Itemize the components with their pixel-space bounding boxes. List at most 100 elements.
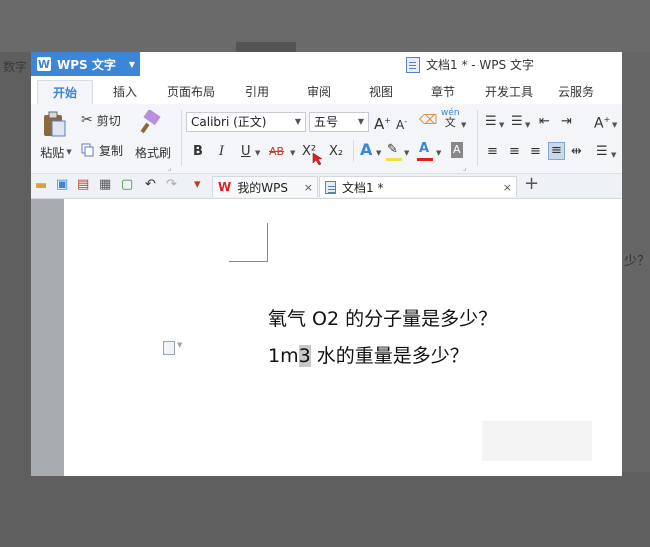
quick-access-bar: ▬ ▣ ▤ ▦ ▢ ↶ ↷ ▾ W 我的WPS × 文档1 * × + <box>31 174 622 199</box>
chevron-down-icon[interactable]: ▼ <box>611 146 616 163</box>
paste-button[interactable]: 粘贴 ▼ <box>38 144 74 160</box>
tab-page-layout[interactable]: 页面布局 <box>161 80 221 104</box>
chevron-down-icon[interactable]: ▼ <box>499 116 504 133</box>
text-direction-icon[interactable]: A+ <box>594 112 610 132</box>
customize-toolbar-icon[interactable]: ▾ <box>194 177 201 193</box>
wps-window: W WPS 文字 ▼ 文档1 * - WPS 文字 开始 插入 页面布局 引用 … <box>31 52 622 476</box>
selected-text: 3 <box>298 345 311 367</box>
paste-icon[interactable] <box>41 110 67 141</box>
close-icon[interactable]: × <box>304 181 313 194</box>
grow-font-icon: A <box>374 115 385 133</box>
phonetic-guide-button[interactable]: wén 文 <box>441 108 460 128</box>
numbered-list-icon[interactable]: ☰ <box>511 114 523 130</box>
tab-home[interactable]: 开始 <box>37 80 93 106</box>
app-menu-button[interactable]: W WPS 文字 ▼ <box>31 52 140 76</box>
new-tab-button[interactable]: + <box>524 175 539 193</box>
grow-font-button[interactable]: A+ <box>374 113 391 132</box>
align-right-icon[interactable]: ≡ <box>530 144 541 160</box>
strikethrough-button[interactable]: AB <box>269 144 284 160</box>
redo-icon[interactable]: ↷ <box>166 177 177 193</box>
doc-tab-my-wps[interactable]: W 我的WPS × <box>212 176 318 197</box>
divider <box>477 110 478 166</box>
print-preview-icon[interactable]: ▢ <box>121 177 133 193</box>
shrink-font-button[interactable]: A- <box>396 114 407 133</box>
shrink-font-icon: A <box>396 118 405 132</box>
text-effect-button[interactable]: A <box>360 142 372 158</box>
copy-label: 复制 <box>99 143 124 158</box>
background-block <box>236 42 296 52</box>
doc-tab-label: 文档1 * <box>342 180 384 195</box>
bold-button[interactable]: B <box>193 144 203 160</box>
subscript-button[interactable]: X₂ <box>329 144 343 160</box>
text-segment: 1m <box>268 345 299 367</box>
font-color-button[interactable]: A <box>419 141 429 157</box>
decrease-indent-icon[interactable]: ⇤ <box>539 114 550 130</box>
format-painter-button[interactable]: 格式刷 <box>134 144 172 160</box>
text-line-1[interactable]: 氧气 O2 的分子量是多少？ <box>268 304 497 331</box>
cut-button[interactable]: ✂ 剪切 <box>81 112 121 128</box>
doc-tab-document1[interactable]: 文档1 * × <box>319 176 517 197</box>
chevron-down-icon: ▼ <box>357 117 364 126</box>
font-name-select[interactable]: Calibri (正文) ▼ <box>186 112 306 132</box>
document-icon <box>406 56 420 73</box>
chevron-down-icon: ▼ <box>64 148 72 156</box>
chevron-down-icon[interactable]: ▼ <box>404 144 409 161</box>
chevron-down-icon[interactable]: ▼ <box>525 116 530 133</box>
text-segment: 水的重量是多少？ <box>310 345 469 367</box>
cut-label: 剪切 <box>96 113 121 128</box>
align-left-icon[interactable]: ≡ <box>487 144 498 160</box>
chevron-down-icon[interactable]: ▼ <box>461 116 466 133</box>
format-painter-label: 格式刷 <box>134 145 171 160</box>
font-size-value: 五号 <box>314 115 339 129</box>
copy-button[interactable]: 复制 <box>81 142 123 158</box>
paragraph-layout-icon[interactable] <box>163 341 175 355</box>
chevron-down-icon[interactable]: ▼ <box>376 144 381 161</box>
print-icon[interactable]: ▦ <box>99 177 111 193</box>
line-spacing-icon[interactable]: ☰ <box>596 144 608 160</box>
wps-logo-icon: W <box>37 57 51 71</box>
export-pdf-icon[interactable]: ▤ <box>77 177 89 193</box>
font-size-select[interactable]: 五号 ▼ <box>309 112 369 132</box>
document-icon <box>325 180 336 194</box>
chevron-down-icon[interactable]: ▼ <box>612 116 617 133</box>
clear-format-icon[interactable]: ⌫ <box>419 113 437 129</box>
chevron-down-icon[interactable]: ▼ <box>177 341 182 349</box>
chevron-down-icon[interactable]: ▼ <box>290 144 295 161</box>
tab-developer[interactable]: 开发工具 <box>481 80 537 104</box>
tab-references[interactable]: 引用 <box>237 80 277 104</box>
character-shading-button[interactable]: A <box>451 142 463 158</box>
tab-view[interactable]: 视图 <box>361 80 401 104</box>
tab-cloud[interactable]: 云服务 <box>551 80 601 104</box>
divider <box>181 110 182 166</box>
doc-tab-label: 我的WPS <box>237 180 288 195</box>
window-title-text: 文档1 * - WPS 文字 <box>426 58 534 72</box>
close-icon[interactable]: × <box>503 181 512 194</box>
margin-corner-mark <box>229 223 268 262</box>
undo-icon[interactable]: ↶ <box>145 177 156 193</box>
phonetic-char-icon: 文 <box>444 116 456 129</box>
format-painter-icon[interactable] <box>139 108 163 139</box>
highlight-button[interactable]: ✎ <box>387 142 398 158</box>
bullet-list-icon[interactable]: ☰ <box>485 114 497 130</box>
save-icon[interactable]: ▣ <box>56 177 68 193</box>
background-text: 数字 <box>3 60 28 74</box>
distributed-align-icon[interactable]: ⇹ <box>571 144 582 160</box>
background-window <box>0 0 650 52</box>
underline-button[interactable]: U <box>241 144 251 160</box>
divider <box>353 140 354 162</box>
copy-icon <box>81 143 94 157</box>
italic-button[interactable]: I <box>219 144 224 160</box>
chevron-down-icon[interactable]: ▼ <box>255 144 260 161</box>
tab-review[interactable]: 审阅 <box>299 80 339 104</box>
text-line-2[interactable]: 1m3 水的重量是多少？ <box>268 341 469 368</box>
tab-chapter[interactable]: 章节 <box>423 80 463 104</box>
chevron-down-icon[interactable]: ▼ <box>436 144 441 161</box>
tab-insert[interactable]: 插入 <box>105 80 145 104</box>
justify-icon[interactable]: ≡ <box>548 142 565 160</box>
window-title: 文档1 * - WPS 文字 <box>406 56 534 73</box>
title-bar: W WPS 文字 ▼ 文档1 * - WPS 文字 <box>31 52 622 76</box>
increase-indent-icon[interactable]: ⇥ <box>561 114 572 130</box>
open-folder-icon[interactable]: ▬ <box>35 178 47 194</box>
align-center-icon[interactable]: ≡ <box>509 144 520 160</box>
document-page[interactable]: ▼ 氧气 O2 的分子量是多少？ 1m3 水的重量是多少？ <box>64 199 622 476</box>
